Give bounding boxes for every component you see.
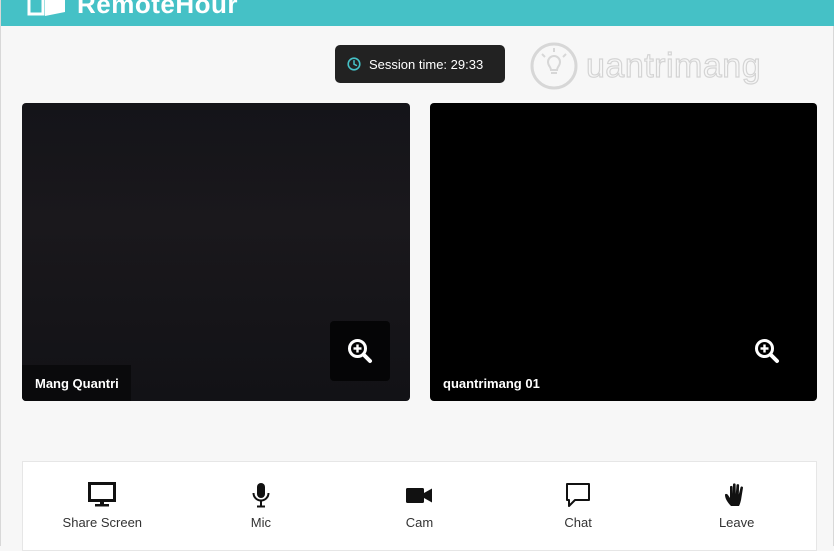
leave-button[interactable]: Leave	[657, 462, 816, 550]
share-screen-label: Share Screen	[62, 515, 143, 530]
zoom-button[interactable]	[330, 321, 390, 381]
zoom-in-icon	[348, 339, 372, 363]
leave-label: Leave	[718, 515, 755, 530]
brand-name: RemoteHour	[77, 0, 239, 19]
call-toolbar: Share Screen Mic Cam Chat Leave	[22, 461, 817, 551]
clock-icon	[347, 57, 361, 71]
mic-button[interactable]: Mic	[182, 462, 341, 550]
top-bar: RemoteHour	[1, 0, 834, 26]
chat-button[interactable]: Chat	[499, 462, 658, 550]
session-timer: Session time: 29:33	[335, 45, 505, 83]
session-time-label: Session time: 29:33	[369, 56, 484, 72]
share-screen-button[interactable]: Share Screen	[23, 462, 182, 550]
brand[interactable]: RemoteHour	[27, 0, 238, 22]
video-tile-local: Mang Quantri	[22, 103, 410, 401]
monitor-icon	[88, 482, 117, 507]
video-tile-remote: quantrimang 01	[430, 103, 817, 401]
lightbulb-icon	[530, 42, 578, 90]
mic-label: Mic	[250, 515, 271, 530]
brand-logo-icon	[27, 0, 65, 16]
participant-name: quantrimang 01	[443, 375, 540, 391]
chat-bubble-icon	[566, 483, 591, 507]
zoom-in-icon	[755, 339, 779, 363]
participant-name: Mang Quantri	[22, 365, 131, 401]
video-camera-icon	[406, 488, 433, 503]
microphone-icon	[252, 483, 270, 508]
zoom-button[interactable]	[737, 321, 797, 381]
cam-button[interactable]: Cam	[340, 462, 499, 550]
watermark-text: uantrimang	[585, 46, 762, 85]
cam-label: Cam	[405, 515, 434, 530]
raised-hand-icon	[724, 483, 743, 506]
watermark: uantrimang	[526, 36, 761, 96]
chat-label: Chat	[564, 515, 592, 530]
